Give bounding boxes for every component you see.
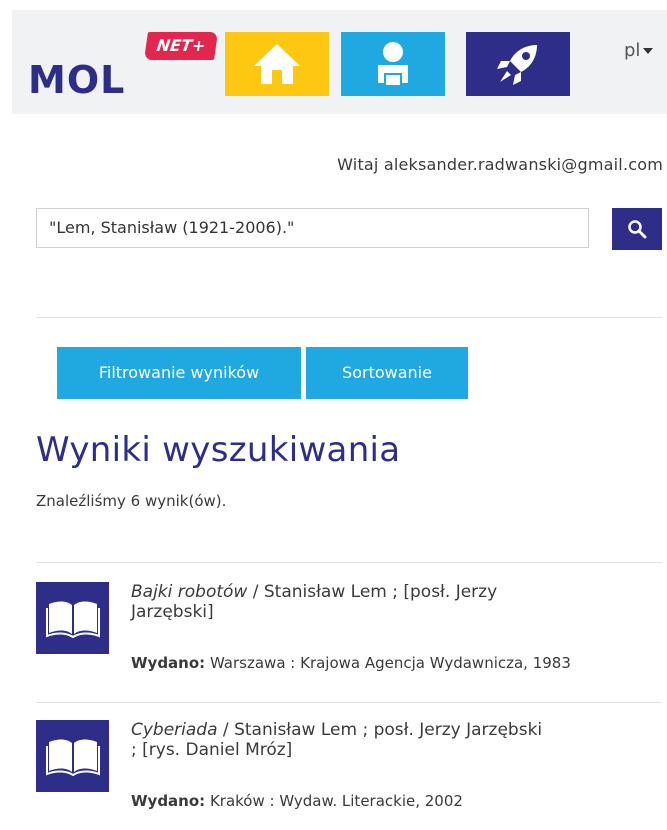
language-label: pl bbox=[624, 40, 641, 61]
welcome-text: Witaj aleksander.radwanski@gmail.com bbox=[337, 155, 663, 174]
publication-value: Warszawa : Krajowa Agencja Wydawnicza, 1… bbox=[205, 654, 571, 672]
list-item: Bajki robotów / Stanisław Lem ; [posł. J… bbox=[36, 582, 666, 692]
divider bbox=[36, 562, 662, 563]
rocket-icon bbox=[497, 45, 537, 85]
result-publication: Wydano: Kraków : Wydaw. Literackie, 2002 bbox=[131, 792, 463, 810]
book-icon[interactable] bbox=[36, 720, 109, 792]
divider bbox=[36, 317, 662, 318]
sort-button[interactable]: Sortowanie bbox=[306, 347, 468, 399]
search-input[interactable]: "Lem, Stanisław (1921-2006)." bbox=[36, 208, 589, 248]
result-title-link[interactable]: Cyberiada bbox=[131, 720, 218, 740]
results-title: Wyniki wyszukiwania bbox=[36, 430, 401, 470]
user-icon bbox=[378, 42, 408, 85]
results-count: Znaleźliśmy 6 wynik(ów). bbox=[36, 492, 227, 510]
list-item: Cyberiada / Stanisław Lem ; posł. Jerzy … bbox=[36, 720, 666, 830]
result-title-link[interactable]: Bajki robotów bbox=[131, 582, 247, 602]
logo-text: MOL bbox=[28, 58, 126, 102]
divider bbox=[36, 702, 662, 703]
book-icon[interactable] bbox=[36, 582, 109, 654]
result-publication: Wydano: Warszawa : Krajowa Agencja Wydaw… bbox=[131, 654, 571, 672]
result-description: Bajki robotów / Stanisław Lem ; [posł. J… bbox=[131, 582, 551, 622]
result-description: Cyberiada / Stanisław Lem ; posł. Jerzy … bbox=[131, 720, 551, 760]
publication-label: Wydano: bbox=[131, 654, 206, 672]
search-icon bbox=[628, 220, 647, 239]
top-header: MOL NET+ pl bbox=[12, 10, 667, 114]
language-selector[interactable]: pl bbox=[624, 40, 654, 61]
home-icon bbox=[254, 44, 300, 84]
user-profile-button[interactable] bbox=[341, 32, 445, 96]
home-button[interactable] bbox=[225, 32, 329, 96]
filter-results-button[interactable]: Filtrowanie wyników bbox=[57, 347, 301, 399]
rocket-button[interactable] bbox=[466, 32, 570, 96]
logo-badge: NET+ bbox=[144, 32, 218, 60]
search-button[interactable] bbox=[612, 208, 662, 250]
chevron-down-icon bbox=[643, 48, 654, 54]
molnet-logo[interactable]: MOL NET+ bbox=[28, 32, 218, 102]
publication-value: Kraków : Wydaw. Literackie, 2002 bbox=[205, 792, 463, 810]
publication-label: Wydano: bbox=[131, 792, 206, 810]
